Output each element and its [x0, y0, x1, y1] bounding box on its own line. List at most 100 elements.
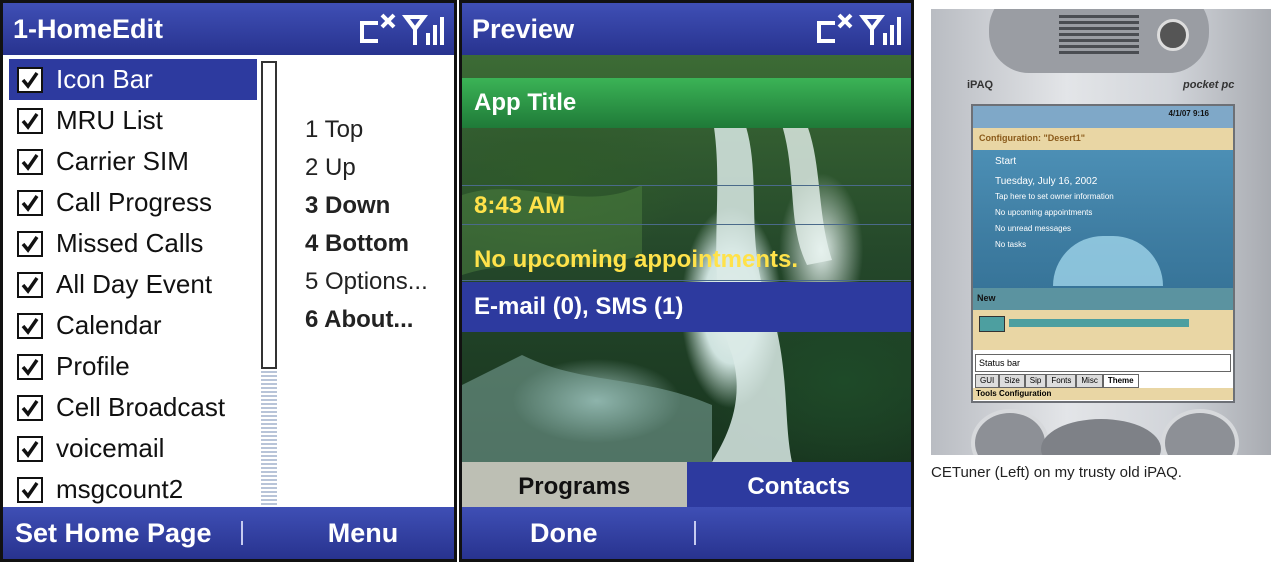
list-item[interactable]: voicemail [9, 428, 257, 469]
preview-title: Preview [472, 14, 575, 44]
messages-band[interactable]: E-mail (0), SMS (1) [462, 282, 911, 332]
photo-caption: CETuner (Left) on my trusty old iPAQ. [931, 464, 1182, 481]
menu-item[interactable]: 5 Options... [305, 263, 428, 301]
preview-softkey-bar: Done [462, 507, 911, 559]
list-item-label: Carrier SIM [56, 146, 189, 176]
clock-band[interactable]: 8:43 AM [462, 185, 911, 225]
app-title-band[interactable]: App Title [462, 78, 911, 128]
list-item-label: Profile [56, 351, 130, 381]
pda-tab[interactable]: Theme [1102, 374, 1139, 388]
pda-tab[interactable]: Fonts [1046, 374, 1077, 388]
menu-item[interactable]: 4 Bottom [305, 225, 428, 263]
checkbox-icon[interactable] [17, 189, 43, 216]
right-hardware-button [1161, 409, 1239, 455]
appointments-band[interactable]: No upcoming appointments. [462, 239, 911, 281]
checkbox-icon[interactable] [17, 107, 43, 134]
pda-messages[interactable]: No unread messages [973, 224, 1233, 233]
list-item-label: Icon Bar [56, 64, 153, 94]
context-menu: 1 Top 2 Up 3 Down 4 Bottom 5 Options... 6 Abo… [305, 111, 428, 339]
checkbox-icon[interactable] [17, 271, 43, 298]
list-item[interactable]: msgcount2 [9, 469, 257, 510]
programs-tab[interactable]: Programs [462, 462, 687, 512]
power-button-icon [1157, 19, 1189, 51]
preview-tab-strip: Programs Contacts [462, 462, 911, 512]
pda-clock: 4/1/07 9:16 [1168, 109, 1209, 118]
speaker-slots [1059, 15, 1139, 55]
left-hardware-button [971, 409, 1049, 455]
pda-new-label: New [977, 293, 996, 303]
pocket-pc-brand: pocket pc [1183, 79, 1235, 91]
list-item[interactable]: Icon Bar [9, 59, 257, 100]
homeedit-title-bar: 1-HomeEdit [3, 3, 454, 55]
pda-new-row: New [973, 288, 1233, 310]
menu-item[interactable]: 2 Up [305, 149, 428, 187]
pda-tab[interactable]: Sip [1024, 374, 1047, 388]
speaker-grille [989, 9, 1209, 73]
pda-date: Tuesday, July 16, 2002 [995, 176, 1098, 187]
menu-item[interactable]: 1 Top [305, 111, 428, 149]
pda-appointments[interactable]: No upcoming appointments [973, 208, 1233, 217]
preview-title-bar: Preview [462, 3, 911, 55]
softkey-separator [694, 521, 696, 545]
pda-screen: 4/1/07 9:16 Configuration: "Desert1" Sta… [971, 104, 1235, 403]
list-item-label: Cell Broadcast [56, 392, 226, 422]
home-items-list: Icon Bar MRU List Carrier SIM Call Progress… [9, 59, 257, 510]
pda-banner: Configuration: "Desert1" [979, 133, 1086, 143]
list-item-label: Calendar [56, 310, 162, 340]
checkbox-icon[interactable] [17, 394, 43, 421]
list-item-label: voicemail [56, 433, 165, 463]
contacts-tab[interactable]: Contacts [686, 462, 911, 512]
checkbox-icon[interactable] [17, 353, 43, 380]
homeedit-softkey-bar: Set Home Page Menu [3, 507, 454, 559]
checkbox-icon[interactable] [17, 230, 43, 257]
list-item-label: Call Progress [56, 187, 213, 217]
list-item[interactable]: All Day Event [9, 264, 257, 305]
waterfall-wallpaper: App Title 8:43 AM No upcoming appointmen… [462, 55, 911, 462]
list-item[interactable]: Call Progress [9, 182, 257, 223]
checkbox-icon[interactable] [17, 312, 43, 339]
list-item-label: MRU List [56, 105, 163, 135]
ipaq-device-photo: iPAQ pocket pc 4/1/07 9:16 Configuration… [931, 9, 1271, 455]
checkbox-icon[interactable] [17, 66, 43, 93]
list-item[interactable]: Missed Calls [9, 223, 257, 264]
menu-item[interactable]: 6 About... [305, 301, 428, 339]
list-item[interactable]: Profile [9, 346, 257, 387]
pda-start[interactable]: Start [973, 156, 1233, 167]
checkbox-icon[interactable] [17, 476, 43, 503]
list-item[interactable]: Carrier SIM [9, 141, 257, 182]
pda-status-field[interactable]: Status bar [975, 354, 1231, 372]
pda-footer: Tools Configuration [973, 388, 1233, 400]
pda-color-bar [1009, 319, 1189, 327]
checkbox-icon[interactable] [17, 435, 43, 462]
homeedit-title: 1-HomeEdit [13, 14, 164, 44]
menu-button[interactable]: Menu [303, 507, 423, 559]
homeedit-screen: 1-HomeEdit Icon Bar MRU List Carrier SIM Ca… [0, 0, 457, 562]
done-button[interactable]: Done [530, 507, 598, 559]
checkbox-icon[interactable] [17, 148, 43, 175]
list-item[interactable]: MRU List [9, 100, 257, 141]
preview-screen: Preview App Title 8:43 AM No upcoming ap… [459, 0, 914, 562]
pda-tab[interactable]: Size [999, 374, 1025, 388]
signal-status-icon [817, 13, 901, 45]
pda-tabs: GUI Size Sip Fonts Misc Theme [975, 374, 1139, 388]
set-home-page-button[interactable]: Set Home Page [15, 507, 212, 559]
ipaq-brand: iPAQ [967, 79, 994, 91]
pda-color-swatch[interactable] [979, 316, 1005, 332]
pda-owner[interactable]: Tap here to set owner information [973, 192, 1233, 201]
list-item-label: msgcount2 [56, 474, 184, 504]
menu-item[interactable]: 3 Down [305, 187, 428, 225]
softkey-separator [241, 521, 243, 545]
pda-tab[interactable]: GUI [975, 374, 1000, 388]
pda-taskbar: 4/1/07 9:16 [973, 106, 1233, 128]
list-item-label: All Day Event [56, 269, 213, 299]
list-scrollbar[interactable] [261, 61, 277, 511]
scrollbar-thumb[interactable] [261, 61, 277, 369]
pda-banner-row: Configuration: "Desert1" [973, 128, 1233, 150]
pda-config-panel [973, 310, 1233, 350]
signal-status-icon [360, 13, 444, 45]
list-item[interactable]: Calendar [9, 305, 257, 346]
pda-tab[interactable]: Misc [1076, 374, 1103, 388]
list-item-label: Missed Calls [56, 228, 204, 258]
list-item[interactable]: Cell Broadcast [9, 387, 257, 428]
pda-today-screen: Start Tuesday, July 16, 2002 Tap here to… [973, 150, 1233, 350]
